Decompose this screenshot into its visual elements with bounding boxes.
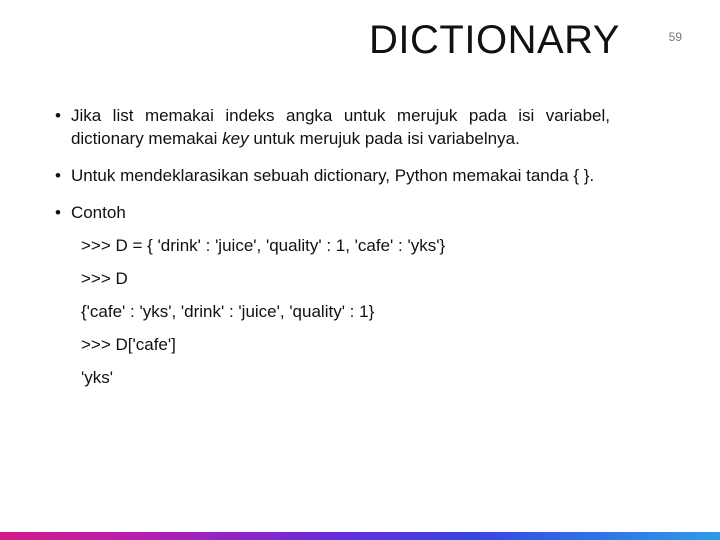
- bullet-dot-icon: •: [55, 105, 61, 151]
- bullet-2: • Untuk mendeklarasikan sebuah dictionar…: [55, 165, 610, 188]
- page-number: 59: [669, 30, 682, 44]
- bullet-1: • Jika list memakai indeks angka untuk m…: [55, 105, 610, 151]
- code-line-1: >>> D = { 'drink' : 'juice', 'quality' :…: [81, 235, 610, 258]
- slide-content: • Jika list memakai indeks angka untuk m…: [55, 105, 610, 399]
- code-line-2: >>> D: [81, 268, 610, 291]
- footer-gradient: [0, 532, 720, 540]
- bullet-2-text: Untuk mendeklarasikan sebuah dictionary,…: [71, 165, 610, 188]
- code-line-5: 'yks': [81, 367, 610, 390]
- code-line-4: >>> D['cafe']: [81, 334, 610, 357]
- bullet-dot-icon: •: [55, 202, 61, 225]
- slide-title: DICTIONARY: [369, 18, 620, 63]
- bullet-dot-icon: •: [55, 165, 61, 188]
- bullet-1-post: untuk merujuk pada isi variabelnya.: [249, 129, 520, 148]
- bullet-3: • Contoh: [55, 202, 610, 225]
- code-line-3: {'cafe' : 'yks', 'drink' : 'juice', 'qua…: [81, 301, 610, 324]
- bullet-1-italic: key: [222, 129, 248, 148]
- bullet-3-text: Contoh: [71, 202, 610, 225]
- bullet-1-text: Jika list memakai indeks angka untuk mer…: [71, 105, 610, 151]
